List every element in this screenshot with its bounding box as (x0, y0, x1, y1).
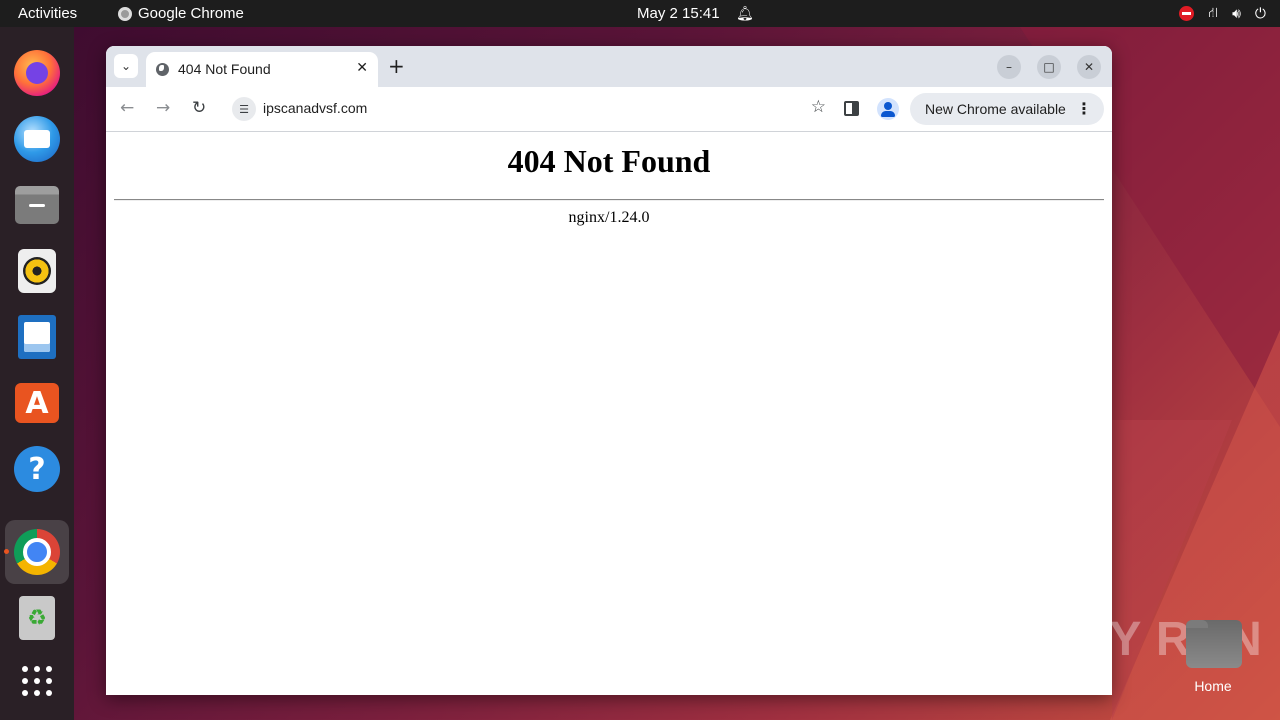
power-icon: ⏻ (1254, 5, 1266, 21)
wallpaper-facet (1112, 420, 1232, 720)
update-chrome-label: New Chrome available (925, 101, 1066, 117)
page-heading: 404 Not Found (507, 143, 711, 179)
activities-button[interactable]: Activities (18, 5, 77, 22)
kebab-menu-icon[interactable]: ⋮ (1076, 99, 1092, 118)
dock-item-chrome[interactable] (4, 520, 69, 584)
url-text[interactable]: ipscanadvsf.com (263, 100, 367, 116)
trash-icon: ♻ (19, 596, 55, 640)
bookmark-star-icon[interactable]: ☆ (811, 97, 826, 117)
home-folder-icon[interactable] (1186, 620, 1242, 668)
dock-item-app-center[interactable]: A (5, 371, 69, 435)
volume-icon: 🔊︎ (1232, 5, 1241, 21)
page-content: 404 Not Found nginx/1.24.0 (106, 133, 1112, 695)
app-menu-label: Google Chrome (138, 5, 244, 22)
close-window-button[interactable]: ✕ (1077, 55, 1101, 79)
top-bar: Activities Google Chrome May 2 15:41 🔔︎ … (0, 0, 1280, 27)
show-apps-button[interactable] (5, 649, 69, 713)
network-icon: ⛙ (1208, 4, 1219, 20)
tab-strip: ⌄ 404 Not Found ✕ + – □ ✕ (106, 46, 1112, 87)
dock-item-files[interactable] (5, 173, 69, 237)
tab-search-button[interactable]: ⌄ (114, 54, 138, 78)
tab-active[interactable]: 404 Not Found ✕ (146, 52, 378, 87)
browser-toolbar: ← → ↻ ☰ ipscanadvsf.com ☆ New Chrome ava… (106, 87, 1112, 132)
system-tray[interactable]: ⛙ 🔊︎ ⏻ (1179, 4, 1266, 23)
profile-icon[interactable] (877, 98, 899, 120)
divider (114, 199, 1104, 201)
dock-item-trash[interactable]: ♻ (5, 586, 69, 650)
chrome-window: ⌄ 404 Not Found ✕ + – □ ✕ ← → ↻ ☰ ipscan… (106, 46, 1112, 695)
do-not-disturb-icon (1179, 6, 1195, 21)
home-folder-label: Home (1194, 678, 1232, 694)
dock: A ? ♻ (0, 27, 74, 720)
minimize-button[interactable]: – (997, 55, 1021, 79)
tab-close-icon[interactable]: ✕ (356, 60, 368, 76)
side-panel-icon[interactable] (844, 101, 859, 116)
server-signature: nginx/1.24.0 (568, 209, 650, 226)
chrome-icon (14, 529, 60, 575)
site-info-icon[interactable]: ☰ (232, 97, 256, 121)
app-menu[interactable]: Google Chrome (118, 5, 244, 22)
help-icon: ? (14, 446, 60, 492)
files-icon (15, 186, 59, 224)
dock-item-rhythmbox[interactable] (5, 239, 69, 303)
new-tab-button[interactable]: + (388, 54, 405, 78)
chrome-icon (118, 6, 132, 21)
reload-button[interactable]: ↻ (192, 98, 206, 118)
thunderbird-icon (14, 116, 60, 162)
dock-item-writer[interactable] (5, 305, 69, 369)
forward-button[interactable]: → (156, 98, 170, 118)
back-button[interactable]: ← (120, 98, 134, 118)
tab-title: 404 Not Found (178, 61, 271, 77)
address-bar[interactable]: ☰ ipscanadvsf.com ☆ (228, 92, 826, 126)
running-indicator (4, 549, 9, 554)
maximize-button[interactable]: □ (1037, 55, 1061, 79)
dock-item-firefox[interactable] (5, 41, 69, 105)
writer-icon (18, 315, 56, 359)
clock[interactable]: May 2 15:41 (637, 5, 720, 22)
dock-item-thunderbird[interactable] (5, 107, 69, 171)
dock-item-help[interactable]: ? (5, 437, 69, 501)
globe-icon (156, 63, 169, 76)
app-store-icon: A (15, 383, 59, 423)
bell-icon[interactable]: 🔔︎ (736, 5, 754, 22)
rhythmbox-icon (18, 249, 56, 293)
update-chrome-button[interactable]: New Chrome available ⋮ (910, 93, 1104, 125)
firefox-icon (14, 50, 60, 96)
app-grid-icon (22, 666, 52, 696)
